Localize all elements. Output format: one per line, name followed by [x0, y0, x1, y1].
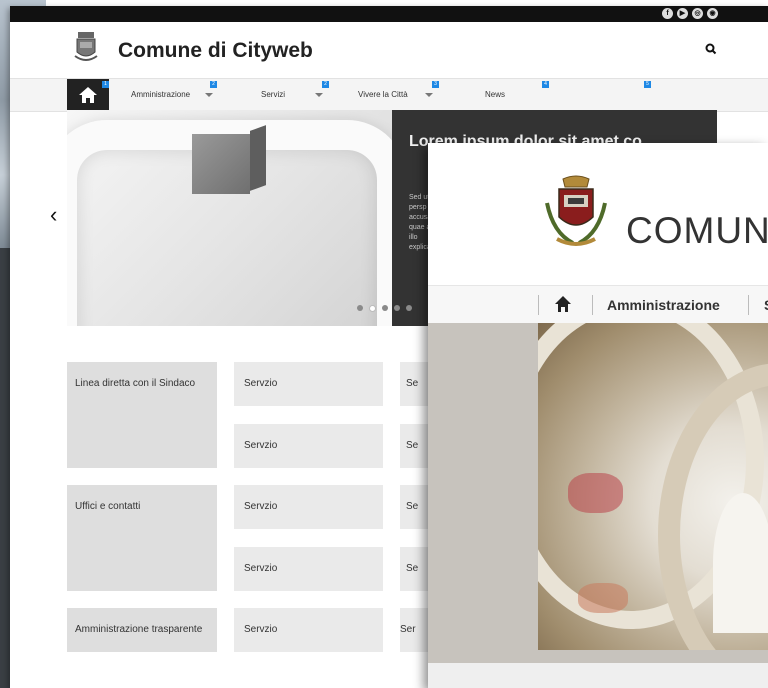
home-icon[interactable]: [554, 295, 572, 313]
tile-linea-diretta[interactable]: Linea diretta con il Sindaco: [67, 362, 217, 468]
search-icon[interactable]: [704, 42, 718, 56]
nav-item-amministrazione[interactable]: Amministrazione: [607, 297, 720, 313]
tile-label: Servzio: [244, 563, 278, 574]
slider-dot[interactable]: [357, 305, 363, 311]
window-light: [713, 493, 768, 633]
tile-servizio[interactable]: Servzio: [234, 424, 383, 468]
nav-separator: [538, 295, 539, 315]
slider-dot-active[interactable]: [369, 305, 376, 312]
nav-separator: [748, 295, 749, 315]
slider-dot[interactable]: [406, 305, 412, 311]
top-bar: f ▶ ◎ ◉: [10, 6, 768, 22]
nav-item-vivere-la-citta[interactable]: Vivere la Città: [358, 90, 408, 99]
tile-label: Servzio: [244, 501, 278, 512]
nav-separator: [592, 295, 593, 315]
home-icon: [79, 87, 97, 103]
fresco-image: [538, 323, 768, 650]
tile-uffici-contatti[interactable]: Uffici e contatti: [67, 485, 217, 591]
fresco-figure: [568, 473, 623, 513]
slide-image: [67, 110, 407, 326]
tile-label: Servzio: [244, 440, 278, 451]
tile-servizio[interactable]: Servzio: [234, 362, 383, 406]
fresco-figure: [578, 583, 628, 613]
nav-badge: 1: [102, 81, 109, 88]
tile-label: Ser: [400, 624, 416, 635]
city-crest-logo: [545, 175, 607, 246]
tile-label: Se: [406, 378, 419, 389]
chevron-left-icon[interactable]: ‹: [50, 202, 57, 228]
nav-badge: 2: [210, 81, 217, 88]
facebook-icon[interactable]: f: [662, 8, 673, 19]
main-nav: 1 Amministrazione 2 Servizi 2 Vivere la …: [10, 78, 768, 112]
tile-servizio[interactable]: Servzio: [234, 608, 383, 652]
tile-label: Servzio: [244, 378, 278, 389]
nav-badge: 2: [322, 81, 329, 88]
city-crest-logo: [74, 32, 98, 61]
nav-badge: 3: [432, 81, 439, 88]
chevron-down-icon[interactable]: [315, 93, 323, 97]
tile-label: Se: [406, 501, 419, 512]
social-links: f ▶ ◎ ◉: [662, 8, 718, 19]
comune-title[interactable]: COMUN: [626, 210, 768, 252]
rss-icon[interactable]: ◉: [707, 8, 718, 19]
youtube-icon[interactable]: ▶: [677, 8, 688, 19]
secondary-nav: Amministrazione S: [428, 285, 768, 325]
tile-label: Se: [406, 440, 419, 451]
tile-label: Uffici e contatti: [75, 501, 141, 512]
nav-badge: 5: [644, 81, 651, 88]
nav-item-partial[interactable]: S: [764, 297, 768, 313]
hero-image-area: [428, 323, 768, 663]
instagram-icon[interactable]: ◎: [692, 8, 703, 19]
tile-label: Se: [406, 563, 419, 574]
slide-cube: [192, 134, 250, 194]
tile-label: Linea diretta con il Sindaco: [75, 378, 196, 389]
nav-item-servizi[interactable]: Servizi: [261, 90, 285, 99]
tile-amministrazione-trasparente[interactable]: Amministrazione trasparente: [67, 608, 217, 652]
slider-dot[interactable]: [394, 305, 400, 311]
comune-window: COMUN Amministrazione S: [428, 143, 768, 688]
chevron-down-icon[interactable]: [205, 93, 213, 97]
tile-servizio[interactable]: Servzio: [234, 547, 383, 591]
tile-servizio[interactable]: Servzio: [234, 485, 383, 529]
slider-dot[interactable]: [382, 305, 388, 311]
site-title[interactable]: Comune di Cityweb: [118, 39, 313, 63]
tile-label: Servzio: [244, 624, 278, 635]
slider-dots: [357, 305, 412, 312]
nav-item-news[interactable]: News: [485, 90, 505, 99]
slide-cube-side: [250, 125, 266, 191]
tile-label: Amministrazione trasparente: [75, 624, 203, 635]
chevron-down-icon[interactable]: [425, 93, 433, 97]
nav-item-amministrazione[interactable]: Amministrazione: [131, 90, 190, 99]
bottom-bar: [428, 663, 768, 688]
nav-badge: 4: [542, 81, 549, 88]
